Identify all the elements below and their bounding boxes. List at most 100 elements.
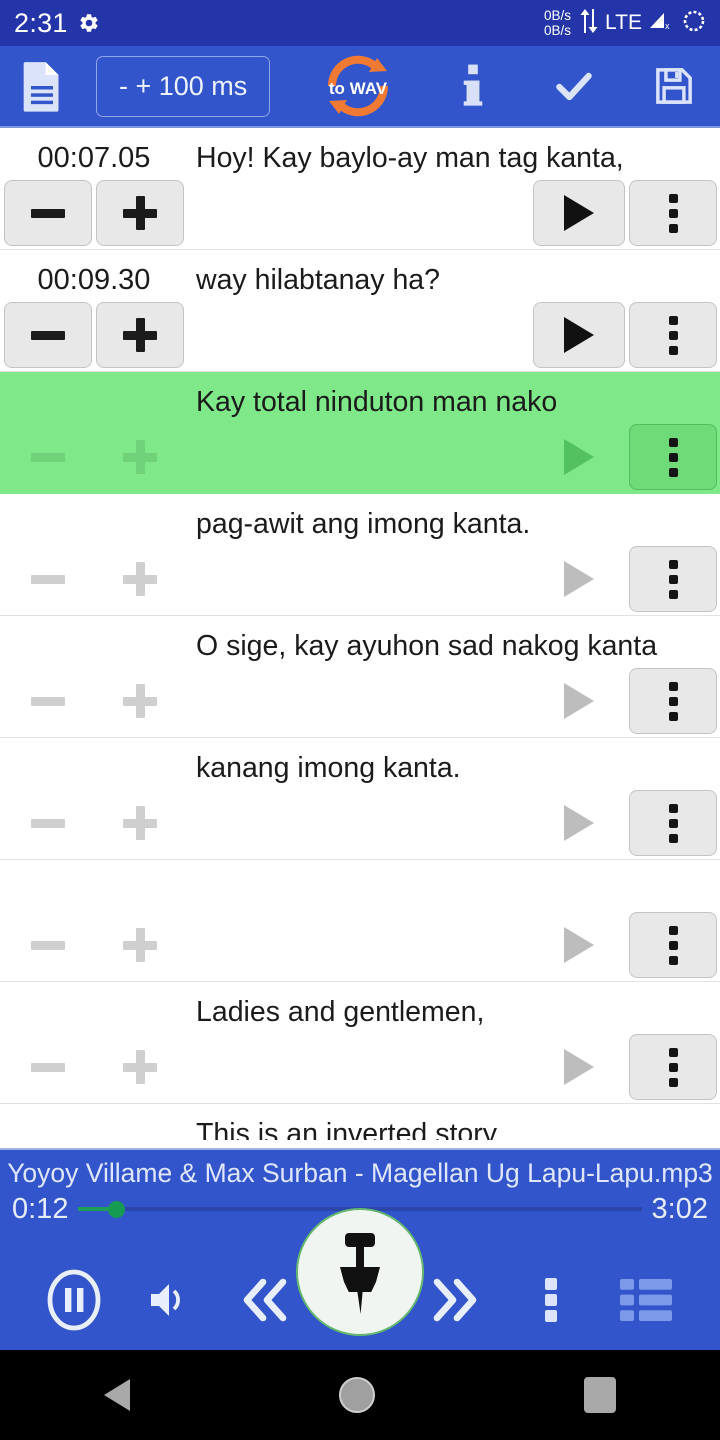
minus-icon bbox=[31, 452, 65, 462]
overflow-menu-icon bbox=[668, 803, 678, 843]
increase-time-button[interactable] bbox=[96, 546, 184, 612]
app-window: 2:31 0B/s 0B/s LTE x - + 100 ms to WAV 0… bbox=[0, 0, 720, 1440]
subtitle-text[interactable]: Hoy! Kay baylo-ay man tag kanta, bbox=[196, 141, 712, 175]
play-row-button[interactable] bbox=[533, 1034, 625, 1100]
subtitle-row[interactable]: O sige, kay ayuhon sad nakog kanta bbox=[0, 616, 720, 738]
data-rate-down: 0B/s bbox=[544, 23, 572, 38]
increase-time-button[interactable] bbox=[96, 668, 184, 734]
minus-icon bbox=[31, 940, 65, 950]
minus-icon bbox=[31, 696, 65, 706]
subtitle-text[interactable]: Kay total ninduton man nako bbox=[196, 385, 712, 419]
status-bar-right: 0B/s 0B/s LTE x bbox=[544, 8, 706, 39]
decrease-time-button[interactable] bbox=[4, 912, 92, 978]
save-floppy-icon[interactable] bbox=[646, 63, 702, 109]
decrease-time-button[interactable] bbox=[4, 1034, 92, 1100]
row-overflow-button[interactable] bbox=[629, 180, 717, 246]
status-clock: 2:31 bbox=[14, 7, 68, 38]
row-overflow-button[interactable] bbox=[629, 546, 717, 612]
pin-button[interactable] bbox=[296, 1208, 424, 1336]
subtitle-row[interactable] bbox=[0, 860, 720, 982]
playlist-button[interactable] bbox=[599, 1250, 694, 1350]
recents-square-icon[interactable] bbox=[583, 1377, 616, 1413]
increase-time-button[interactable] bbox=[96, 302, 184, 368]
decrease-time-button[interactable] bbox=[4, 302, 92, 368]
plus-icon bbox=[123, 1050, 157, 1084]
more-button[interactable] bbox=[503, 1250, 598, 1350]
row-overflow-button[interactable] bbox=[629, 1034, 717, 1100]
play-row-button[interactable] bbox=[533, 912, 625, 978]
play-icon bbox=[564, 195, 594, 231]
info-icon[interactable] bbox=[445, 61, 501, 111]
row-overflow-button[interactable] bbox=[629, 912, 717, 978]
minus-icon bbox=[31, 1062, 65, 1072]
total-time: 3:02 bbox=[651, 1193, 708, 1225]
convert-to-wav-button[interactable]: to WAV bbox=[315, 50, 401, 122]
play-row-button[interactable] bbox=[533, 302, 625, 368]
increase-time-button[interactable] bbox=[96, 790, 184, 856]
subtitle-row[interactable]: 00:07.05 Hoy! Kay baylo-ay man tag kanta… bbox=[0, 128, 720, 250]
document-icon[interactable] bbox=[18, 60, 66, 112]
overflow-menu-icon bbox=[668, 925, 678, 965]
minus-icon bbox=[31, 208, 65, 218]
home-circle-icon[interactable] bbox=[338, 1377, 375, 1413]
row-overflow-button[interactable] bbox=[629, 424, 717, 490]
increase-time-button[interactable] bbox=[96, 1034, 184, 1100]
subtitle-text[interactable]: This is an inverted story bbox=[196, 1117, 712, 1140]
play-row-button[interactable] bbox=[533, 546, 625, 612]
increase-time-button[interactable] bbox=[96, 180, 184, 246]
subtitle-row[interactable]: Ladies and gentlemen, bbox=[0, 982, 720, 1104]
play-row-button[interactable] bbox=[533, 424, 625, 490]
decrease-time-button[interactable] bbox=[4, 668, 92, 734]
check-icon[interactable] bbox=[546, 64, 602, 108]
row-overflow-button[interactable] bbox=[629, 790, 717, 856]
minus-icon bbox=[31, 818, 65, 828]
increase-time-button[interactable] bbox=[96, 912, 184, 978]
subtitle-row[interactable]: 00:09.30 way hilabtanay ha? bbox=[0, 250, 720, 372]
play-row-button[interactable] bbox=[533, 180, 625, 246]
minus-icon bbox=[31, 330, 65, 340]
play-row-button[interactable] bbox=[533, 668, 625, 734]
subtitle-row[interactable]: pag-awit ang imong kanta. bbox=[0, 494, 720, 616]
decrease-time-button[interactable] bbox=[4, 424, 92, 490]
pause-button[interactable] bbox=[26, 1250, 121, 1350]
signal-no-sim-icon: x bbox=[649, 10, 675, 37]
subtitle-text[interactable]: Ladies and gentlemen, bbox=[196, 995, 712, 1029]
subtitle-text[interactable]: O sige, kay ayuhon sad nakog kanta bbox=[196, 629, 712, 663]
subtitle-text[interactable]: kanang imong kanta. bbox=[196, 751, 712, 785]
subtitle-text[interactable]: way hilabtanay ha? bbox=[196, 263, 712, 297]
subtitle-row-partial[interactable]: This is an inverted story bbox=[0, 1104, 720, 1140]
subtitle-timestamp: 00:09.30 bbox=[37, 264, 151, 296]
play-icon bbox=[564, 1049, 594, 1085]
play-icon bbox=[564, 927, 594, 963]
seek-thumb[interactable] bbox=[107, 1201, 125, 1218]
subtitle-list[interactable]: 00:07.05 Hoy! Kay baylo-ay man tag kanta… bbox=[0, 128, 720, 1148]
subtitle-timestamp: 00:07.05 bbox=[37, 142, 151, 174]
decrease-time-button[interactable] bbox=[4, 180, 92, 246]
plus-icon bbox=[123, 562, 157, 596]
system-nav-bar bbox=[0, 1350, 720, 1440]
subtitle-text[interactable]: pag-awit ang imong kanta. bbox=[196, 507, 712, 541]
now-playing-title: Yoyoy Villame & Max Surban - Magellan Ug… bbox=[7, 1158, 713, 1188]
row-overflow-button[interactable] bbox=[629, 302, 717, 368]
overflow-menu-icon bbox=[668, 437, 678, 477]
svg-text:to WAV: to WAV bbox=[329, 79, 388, 98]
data-rate: 0B/s 0B/s bbox=[544, 8, 571, 38]
play-icon bbox=[564, 805, 594, 841]
back-triangle-icon[interactable] bbox=[104, 1379, 131, 1411]
increase-time-button[interactable] bbox=[96, 424, 184, 490]
subtitle-row-selected[interactable]: Kay total ninduton man nako bbox=[0, 372, 720, 494]
time-shift-button[interactable]: - + 100 ms bbox=[96, 55, 271, 117]
plus-icon bbox=[123, 684, 157, 718]
play-row-button[interactable] bbox=[533, 790, 625, 856]
player-controls bbox=[0, 1208, 720, 1350]
plus-icon bbox=[123, 928, 157, 962]
volume-button[interactable] bbox=[121, 1250, 216, 1350]
decrease-time-button[interactable] bbox=[4, 790, 92, 856]
row-overflow-button[interactable] bbox=[629, 668, 717, 734]
app-toolbar: - + 100 ms to WAV bbox=[0, 46, 720, 128]
decrease-time-button[interactable] bbox=[4, 546, 92, 612]
plus-icon bbox=[123, 318, 157, 352]
overflow-menu-icon bbox=[668, 559, 678, 599]
plus-icon bbox=[123, 196, 157, 230]
subtitle-row[interactable]: kanang imong kanta. bbox=[0, 738, 720, 860]
